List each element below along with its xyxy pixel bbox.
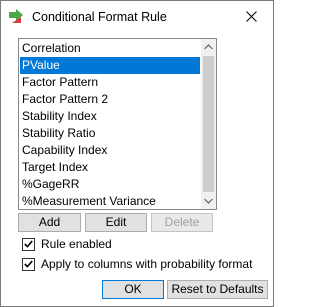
ok-button[interactable]: OK — [102, 280, 164, 299]
window-title: Conditional Format Rule — [32, 10, 167, 24]
rules-listbox[interactable]: Correlation PValue Factor Pattern Factor Pa… — [18, 38, 217, 210]
conditional-format-dialog: Conditional Format Rule Correlation PValu… — [0, 0, 274, 307]
scroll-up-button[interactable] — [201, 39, 216, 55]
close-button[interactable] — [229, 1, 273, 32]
list-item[interactable]: Correlation — [20, 40, 200, 57]
checkmark-icon — [24, 240, 33, 248]
reset-to-defaults-button[interactable]: Reset to Defaults — [167, 280, 268, 299]
add-button[interactable]: Add — [18, 213, 81, 232]
rule-enabled-option[interactable]: Rule enabled — [22, 237, 112, 251]
rules-list: Correlation PValue Factor Pattern Factor Pa… — [20, 40, 200, 209]
list-item[interactable]: PValue — [20, 57, 200, 74]
list-item[interactable]: Target Index — [20, 159, 200, 176]
list-scrollbar[interactable] — [201, 39, 216, 209]
list-item[interactable]: Capability Index — [20, 142, 200, 159]
title-bar: Conditional Format Rule — [1, 1, 273, 33]
apply-probability-option[interactable]: Apply to columns with probability format — [22, 257, 252, 271]
close-icon — [245, 11, 257, 22]
list-item[interactable]: Factor Pattern 2 — [20, 91, 200, 108]
rule-enabled-label: Rule enabled — [41, 237, 112, 251]
scroll-thumb[interactable] — [203, 56, 214, 192]
checkmark-icon — [24, 260, 33, 268]
rule-enabled-checkbox[interactable] — [22, 237, 35, 251]
delete-button[interactable]: Delete — [151, 213, 213, 232]
chevron-up-icon — [204, 44, 213, 50]
list-item[interactable]: Factor Pattern — [20, 74, 200, 91]
edit-button[interactable]: Edit — [85, 213, 147, 232]
app-icon — [9, 9, 23, 23]
apply-probability-label: Apply to columns with probability format — [41, 257, 253, 271]
list-item[interactable]: %GageRR — [20, 176, 200, 193]
chevron-down-icon — [204, 198, 213, 204]
list-item[interactable]: Stability Index — [20, 108, 200, 125]
apply-probability-checkbox[interactable] — [22, 257, 35, 271]
scroll-down-button[interactable] — [201, 193, 216, 209]
list-item[interactable]: %Measurement Variance — [20, 193, 200, 209]
list-item[interactable]: Stability Ratio — [20, 125, 200, 142]
